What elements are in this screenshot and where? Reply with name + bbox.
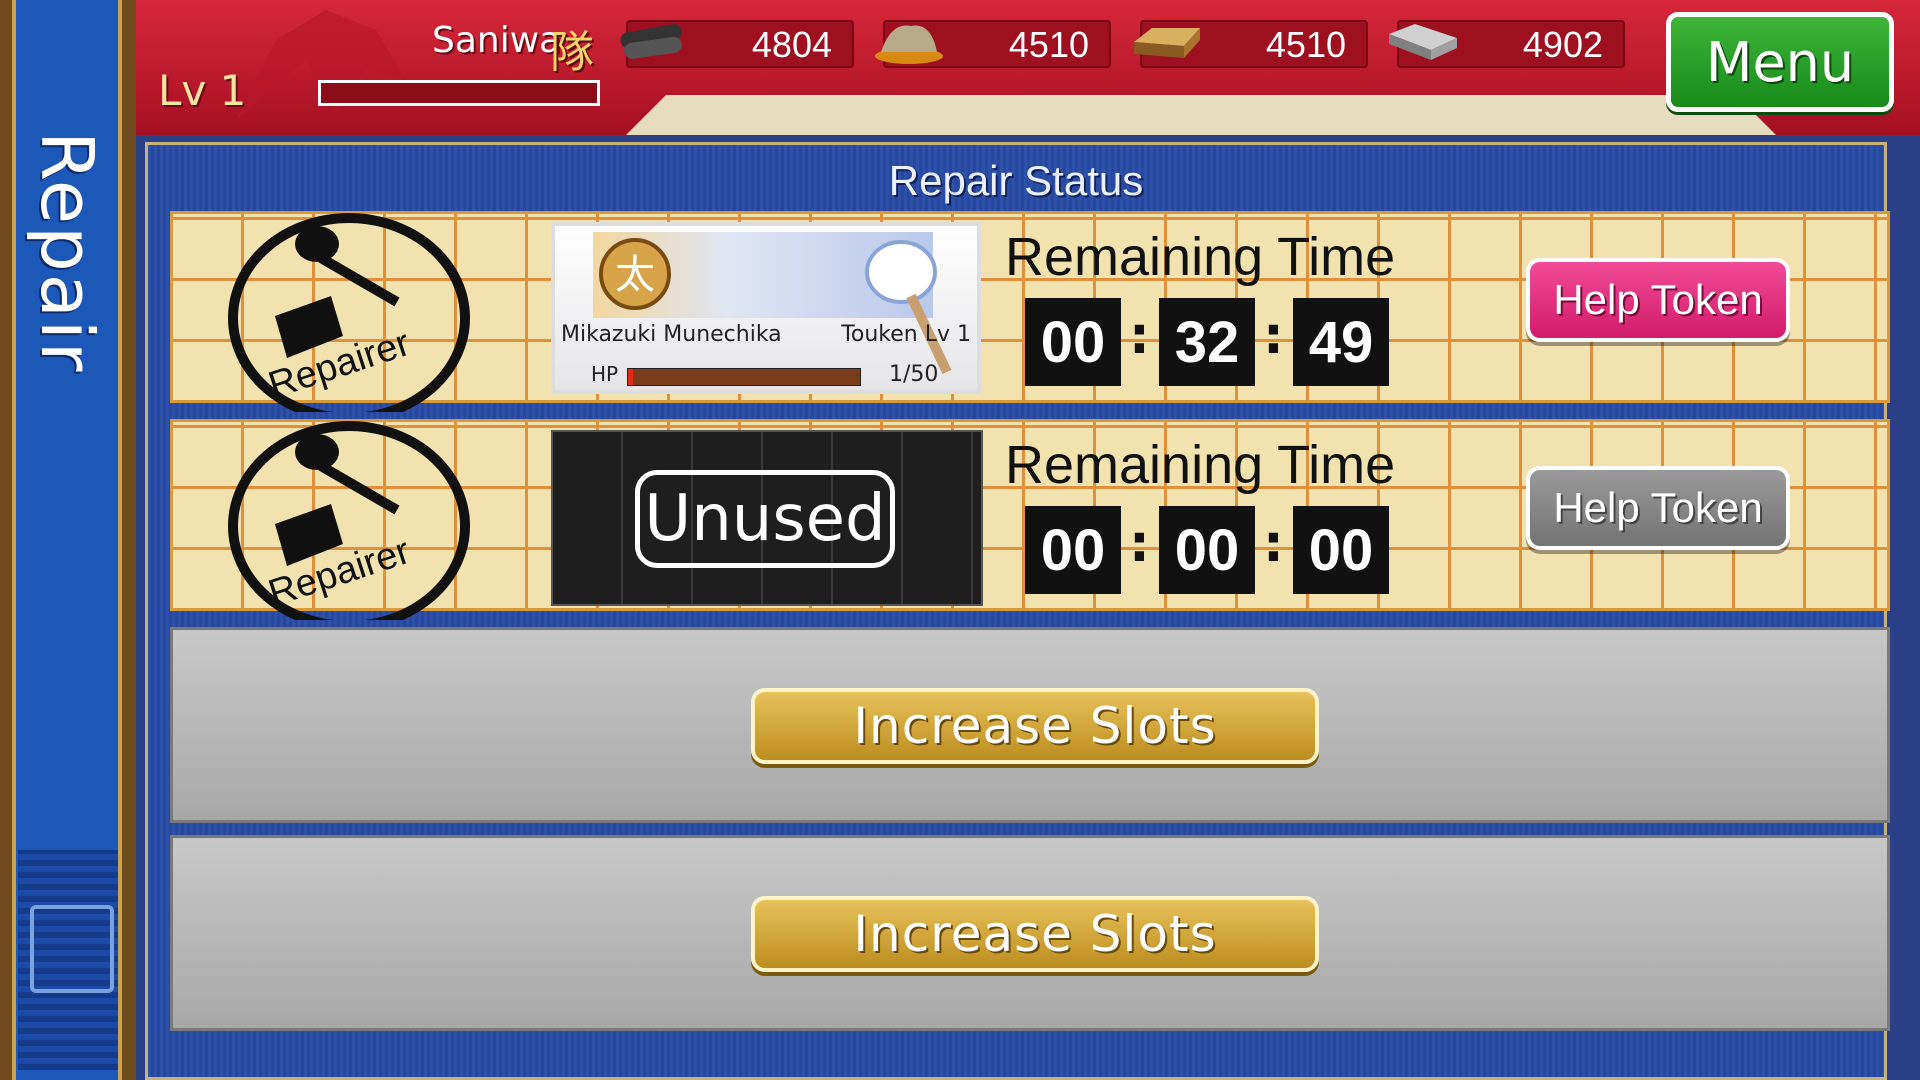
sword-name: Mikazuki Munechika xyxy=(561,322,782,347)
steel-icon xyxy=(875,25,943,64)
increase-slots-button[interactable]: Increase Slots xyxy=(751,688,1319,764)
timer-hours: 00 xyxy=(1025,298,1121,386)
resource-charcoal: 4804 xyxy=(620,20,854,68)
sword-card[interactable]: 太 Mikazuki Munechika Touken Lv 1 HP 1/50 xyxy=(551,222,981,394)
charcoal-icon xyxy=(620,24,682,59)
resource-value: 4510 xyxy=(1265,24,1346,65)
hp-bar-fill xyxy=(628,369,633,385)
timer-separator: : xyxy=(1263,306,1284,366)
menu-button[interactable]: Menu xyxy=(1666,12,1894,112)
locked-slot-4: Increase Slots xyxy=(170,835,1890,1031)
unused-slot[interactable]: Unused xyxy=(551,430,983,606)
sword-level-value: 1 xyxy=(957,322,971,347)
help-token-button-disabled[interactable]: Help Token xyxy=(1526,466,1790,550)
locked-slot-3: Increase Slots xyxy=(170,627,1890,823)
sword-level-label: Touken Lv xyxy=(841,322,950,347)
timer-seconds: 00 xyxy=(1293,506,1389,594)
resource-whetstone: 4902 xyxy=(1389,20,1625,68)
resource-steel: 4510 xyxy=(875,20,1111,68)
timer-seconds: 49 xyxy=(1293,298,1389,386)
exp-bar xyxy=(318,80,600,106)
side-tab: Repair xyxy=(0,0,136,1080)
remaining-time-label: Remaining Time xyxy=(1005,435,1396,495)
panel-title: Repair Status xyxy=(888,157,1144,204)
header-trim xyxy=(626,95,1776,135)
increase-slots-button[interactable]: Increase Slots xyxy=(751,896,1319,972)
timer-minutes: 32 xyxy=(1159,298,1255,386)
resource-value: 4510 xyxy=(1008,24,1089,65)
timer-hours: 00 xyxy=(1025,506,1121,594)
resource-value: 4902 xyxy=(1522,24,1603,65)
horse-emblem-icon xyxy=(236,10,406,120)
hp-bar xyxy=(627,368,861,386)
hp-value: 1/50 xyxy=(889,362,939,387)
timer-separator: : xyxy=(1129,306,1150,366)
player-level: Lv 1 xyxy=(158,66,247,115)
svg-text:太: 太 xyxy=(615,252,655,298)
exp-bar-fill xyxy=(321,83,597,103)
hp-label: HP xyxy=(591,362,619,386)
sword-level: Touken Lv 1 xyxy=(841,322,971,347)
cooling-material-icon xyxy=(1134,28,1200,58)
resource-value: 4804 xyxy=(751,24,832,65)
resource-cooling-material: 4510 xyxy=(1134,20,1368,68)
unused-label: Unused xyxy=(635,470,895,568)
repairer-hammer-icon: Repairer xyxy=(228,421,470,620)
repair-panel: Repair Status Repairer 太 Mikazuki Munech… xyxy=(145,142,1890,1080)
player-name: Saniwa xyxy=(432,20,562,61)
whetstone-icon xyxy=(1389,24,1457,60)
timer-separator: : xyxy=(1129,514,1150,574)
remaining-time-label: Remaining Time xyxy=(1005,227,1396,287)
side-tab-title: Repair xyxy=(25,130,109,374)
sword-type-badge-icon: 太 xyxy=(599,238,671,310)
repairer-hammer-icon: Repairer xyxy=(228,213,470,412)
timer-minutes: 00 xyxy=(1159,506,1255,594)
timer-separator: : xyxy=(1263,514,1284,574)
crest-icon xyxy=(30,905,114,993)
player-team-kanji: 隊 xyxy=(550,27,594,78)
repair-slot-2: Repairer Unused Remaining Time 00 : 00 :… xyxy=(170,419,1890,620)
help-token-button[interactable]: Help Token xyxy=(1526,258,1790,342)
repair-slot-1: Repairer 太 Mikazuki Munechika Touken Lv … xyxy=(170,211,1890,412)
top-header: Saniwa 隊 Lv 1 4804 4510 4510 4902 xyxy=(136,0,1920,135)
